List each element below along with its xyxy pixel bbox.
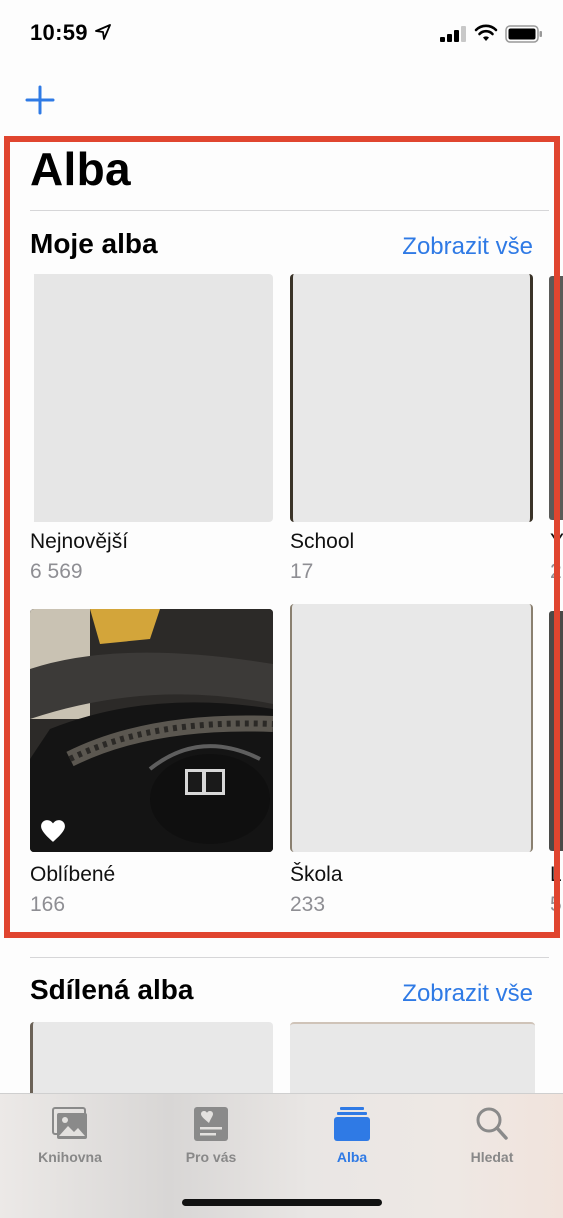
page-title: Alba <box>30 143 131 195</box>
album-count: 233 <box>290 893 326 916</box>
battery-icon <box>505 25 542 43</box>
album-card-favorites[interactable]: Oblíbené 166 <box>30 609 273 919</box>
album-thumbnail <box>290 604 533 852</box>
search-icon <box>476 1107 508 1140</box>
album-card-partial[interactable] <box>549 276 563 520</box>
tab-label: Alba <box>336 1149 368 1165</box>
home-indicator[interactable] <box>182 1199 382 1206</box>
engine-hose-photo <box>30 609 273 852</box>
tab-label: Knihovna <box>38 1149 102 1165</box>
my-albums-title: Moje alba <box>30 228 158 259</box>
tab-label: Pro vás <box>185 1149 237 1165</box>
title-divider <box>30 210 549 211</box>
album-thumbnail <box>290 274 533 522</box>
for-you-icon <box>194 1107 228 1141</box>
add-album-button[interactable] <box>24 84 56 116</box>
album-count: 166 <box>30 893 66 916</box>
album-name: School <box>290 530 355 553</box>
section-divider <box>30 957 549 958</box>
tab-library[interactable]: Knihovna <box>0 1094 140 1174</box>
shared-album-card[interactable] <box>290 1022 535 1102</box>
photos-library-icon <box>52 1107 87 1139</box>
status-bar: 10:59 <box>0 0 563 70</box>
album-card-school[interactable]: School 17 <box>290 274 533 586</box>
album-thumbnail-photo <box>30 609 273 852</box>
album-thumbnail <box>30 274 273 522</box>
heart-icon <box>41 820 65 842</box>
shared-album-card[interactable] <box>30 1022 273 1102</box>
album-count-partial: 5 <box>550 893 562 916</box>
album-card-partial[interactable] <box>549 611 563 851</box>
tab-label: Hledat <box>470 1149 514 1165</box>
shared-albums-title: Sdílená alba <box>30 974 194 1005</box>
location-arrow-icon <box>95 24 111 40</box>
tab-search[interactable]: Hledat <box>422 1094 562 1174</box>
album-name: Škola <box>290 863 343 886</box>
status-time: 10:59 <box>30 20 88 45</box>
album-count: 17 <box>290 560 314 583</box>
my-albums-see-all-link[interactable]: Zobrazit vše <box>402 233 533 261</box>
album-thumbnail <box>290 1022 535 1102</box>
album-name: Nejnovější <box>30 530 129 553</box>
album-name: Oblíbené <box>30 863 116 886</box>
album-thumbnail <box>30 1022 273 1102</box>
shared-albums-see-all-link[interactable]: Zobrazit vše <box>402 980 533 1008</box>
albums-icon <box>334 1107 370 1141</box>
album-count: 6 569 <box>30 560 83 583</box>
cellular-signal-icon <box>440 26 466 42</box>
album-card-skola[interactable]: Škola 233 <box>290 604 533 919</box>
album-name-partial: L <box>550 863 562 886</box>
wifi-icon <box>474 24 498 41</box>
album-name-partial: Y <box>550 530 563 553</box>
tab-albums[interactable]: Alba <box>282 1094 422 1174</box>
album-card-latest[interactable]: Nejnovější 6 569 <box>30 274 273 586</box>
tab-for-you[interactable]: Pro vás <box>141 1094 281 1174</box>
album-count-partial: 2 <box>550 560 562 583</box>
